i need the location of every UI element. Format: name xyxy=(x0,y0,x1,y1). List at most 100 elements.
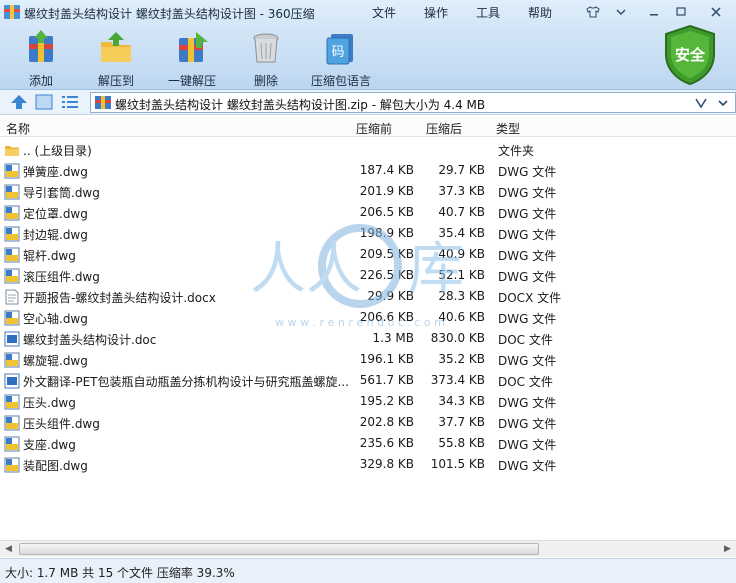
svg-text:码: 码 xyxy=(331,45,344,60)
file-packed-size: 55.8 KB xyxy=(438,436,485,450)
dropdown-menu-icon[interactable] xyxy=(610,3,632,20)
file-packed-size: 37.7 KB xyxy=(438,415,485,429)
file-packed-size: 40.6 KB xyxy=(438,310,485,324)
file-size: 198.9 KB xyxy=(359,226,414,240)
file-type: DOCX 文件 xyxy=(498,291,562,305)
horizontal-scrollbar[interactable]: ◀ ▶ xyxy=(0,540,736,557)
menu-tools[interactable]: 工具 xyxy=(476,4,500,21)
compress-language-button[interactable]: 码 压缩包语言 xyxy=(306,30,376,88)
file-row[interactable]: 开题报告-螺纹封盖头结构设计.docx 29.9 KB 28.3 KB DOCX 文件 xyxy=(0,286,736,307)
up-arrow-icon[interactable] xyxy=(10,94,28,110)
add-label: 添加 xyxy=(28,74,53,88)
file-name: 辊杆.dwg xyxy=(23,249,76,263)
file-name: 螺旋辊.dwg xyxy=(23,354,88,368)
file-size: 206.6 KB xyxy=(359,310,414,324)
scroll-thumb[interactable] xyxy=(19,543,539,555)
file-name: 定位罩.dwg xyxy=(23,207,88,221)
file-list: .. (上级目录) 文件夹 弹簧座.dwg 187.4 KB 29.7 KB DWG 文件… xyxy=(0,139,736,539)
minimize-icon[interactable] xyxy=(643,3,665,20)
security-shield[interactable]: 安全 xyxy=(662,24,718,86)
file-name: 封边辊.dwg xyxy=(23,228,88,242)
skin-shirt-icon[interactable] xyxy=(582,3,604,20)
address-row: 螺纹封盖头结构设计 螺纹封盖头结构设计图.zip - 解包大小为 4.4 MB xyxy=(0,90,736,115)
file-row[interactable]: 封边辊.dwg 198.9 KB 35.4 KB DWG 文件 xyxy=(0,223,736,244)
file-name: 压头组件.dwg xyxy=(23,417,100,431)
dwg-file-icon xyxy=(4,226,20,242)
one-click-extract-icon xyxy=(179,32,208,62)
menu-operate[interactable]: 操作 xyxy=(424,4,448,21)
title-bar: 螺纹封盖头结构设计 螺纹封盖头结构设计图 - 360压缩 文件 操作 工具 帮助 xyxy=(0,0,736,24)
chevron-down-icon[interactable] xyxy=(713,93,733,112)
column-packed[interactable]: 压缩后 xyxy=(426,120,462,137)
address-dropdown-icon[interactable] xyxy=(691,93,711,112)
file-name: 压头.dwg xyxy=(23,396,76,410)
status-bar: 大小: 1.7 MB 共 15 个文件 压缩率 39.3% xyxy=(0,558,736,583)
file-packed-size: 40.7 KB xyxy=(438,205,485,219)
add-button[interactable]: 添加 xyxy=(6,30,76,88)
file-packed-size: 28.3 KB xyxy=(438,289,485,303)
doc-file-icon xyxy=(4,373,20,389)
file-row[interactable]: 支座.dwg 235.6 KB 55.8 KB DWG 文件 xyxy=(0,433,736,454)
file-size: 209.5 KB xyxy=(359,247,414,261)
column-type[interactable]: 类型 xyxy=(496,120,520,137)
menu-file[interactable]: 文件 xyxy=(372,4,396,21)
file-row[interactable]: 螺纹封盖头结构设计.doc 1.3 MB 830.0 KB DOC 文件 xyxy=(0,328,736,349)
file-packed-size: 35.4 KB xyxy=(438,226,485,240)
file-row[interactable]: 辊杆.dwg 209.5 KB 40.9 KB DWG 文件 xyxy=(0,244,736,265)
file-type: DWG 文件 xyxy=(498,459,557,473)
security-label: 安全 xyxy=(674,46,705,64)
file-name: 装配图.dwg xyxy=(23,459,88,473)
status-text: 大小: 1.7 MB 共 15 个文件 压缩率 39.3% xyxy=(5,566,235,580)
trash-can-icon xyxy=(253,33,279,63)
file-row[interactable]: 弹簧座.dwg 187.4 KB 29.7 KB DWG 文件 xyxy=(0,160,736,181)
list-view-icon[interactable] xyxy=(61,94,79,110)
column-header: 名称 压缩前 压缩后 类型 xyxy=(0,117,736,137)
file-size: 202.8 KB xyxy=(359,415,414,429)
file-type: DWG 文件 xyxy=(498,438,557,452)
file-row[interactable]: 定位罩.dwg 206.5 KB 40.7 KB DWG 文件 xyxy=(0,202,736,223)
menu-help[interactable]: 帮助 xyxy=(528,4,552,21)
dwg-file-icon xyxy=(4,352,20,368)
file-packed-size: 34.3 KB xyxy=(438,394,485,408)
file-packed-size: 373.4 KB xyxy=(430,373,485,387)
scroll-right-icon[interactable]: ▶ xyxy=(719,541,736,557)
file-size: 29.9 KB xyxy=(367,289,414,303)
column-name[interactable]: 名称 xyxy=(6,120,30,137)
dwg-file-icon xyxy=(4,415,20,431)
file-row[interactable]: 导引套筒.dwg 201.9 KB 37.3 KB DWG 文件 xyxy=(0,181,736,202)
file-packed-size: 29.7 KB xyxy=(438,163,485,177)
delete-label: 删除 xyxy=(253,74,278,88)
scroll-left-icon[interactable]: ◀ xyxy=(0,541,17,557)
extract-to-button[interactable]: 解压到 xyxy=(81,30,151,88)
file-size: 561.7 KB xyxy=(359,373,414,387)
file-row[interactable]: 压头组件.dwg 202.8 KB 37.7 KB DWG 文件 xyxy=(0,412,736,433)
extract-folder-icon xyxy=(101,32,131,62)
file-name: 空心轴.dwg xyxy=(23,312,88,326)
file-name: 滚压组件.dwg xyxy=(23,270,100,284)
dwg-file-icon xyxy=(4,394,20,410)
address-field[interactable]: 螺纹封盖头结构设计 螺纹封盖头结构设计图.zip - 解包大小为 4.4 MB xyxy=(90,92,736,113)
file-row[interactable]: 外文翻译-PET包装瓶自动瓶盖分拣机构设计与研究瓶盖螺旋... 561.7 KB 3… xyxy=(0,370,736,391)
file-row[interactable]: 空心轴.dwg 206.6 KB 40.6 KB DWG 文件 xyxy=(0,307,736,328)
file-row[interactable]: 滚压组件.dwg 226.5 KB 52.1 KB DWG 文件 xyxy=(0,265,736,286)
large-icon-view-icon[interactable] xyxy=(35,94,53,110)
maximize-icon[interactable] xyxy=(670,3,692,20)
file-row[interactable]: 压头.dwg 195.2 KB 34.3 KB DWG 文件 xyxy=(0,391,736,412)
file-row[interactable]: 螺旋辊.dwg 196.1 KB 35.2 KB DWG 文件 xyxy=(0,349,736,370)
add-archive-icon xyxy=(29,30,53,62)
dwg-file-icon xyxy=(4,457,20,473)
file-packed-size: 40.9 KB xyxy=(438,247,485,261)
dwg-file-icon xyxy=(4,184,20,200)
file-name: .. (上级目录) xyxy=(23,144,92,158)
file-row[interactable]: 装配图.dwg 329.8 KB 101.5 KB DWG 文件 xyxy=(0,454,736,475)
file-row[interactable]: .. (上级目录) 文件夹 xyxy=(0,139,736,160)
dwg-file-icon xyxy=(4,205,20,221)
close-icon[interactable] xyxy=(702,3,730,20)
one-click-extract-button[interactable]: 一键解压 xyxy=(157,30,227,88)
dwg-file-icon xyxy=(4,247,20,263)
dwg-file-icon xyxy=(4,436,20,452)
delete-button[interactable]: 删除 xyxy=(231,30,301,88)
column-size[interactable]: 压缩前 xyxy=(356,120,392,137)
file-type: DWG 文件 xyxy=(498,207,557,221)
file-size: 201.9 KB xyxy=(359,184,414,198)
